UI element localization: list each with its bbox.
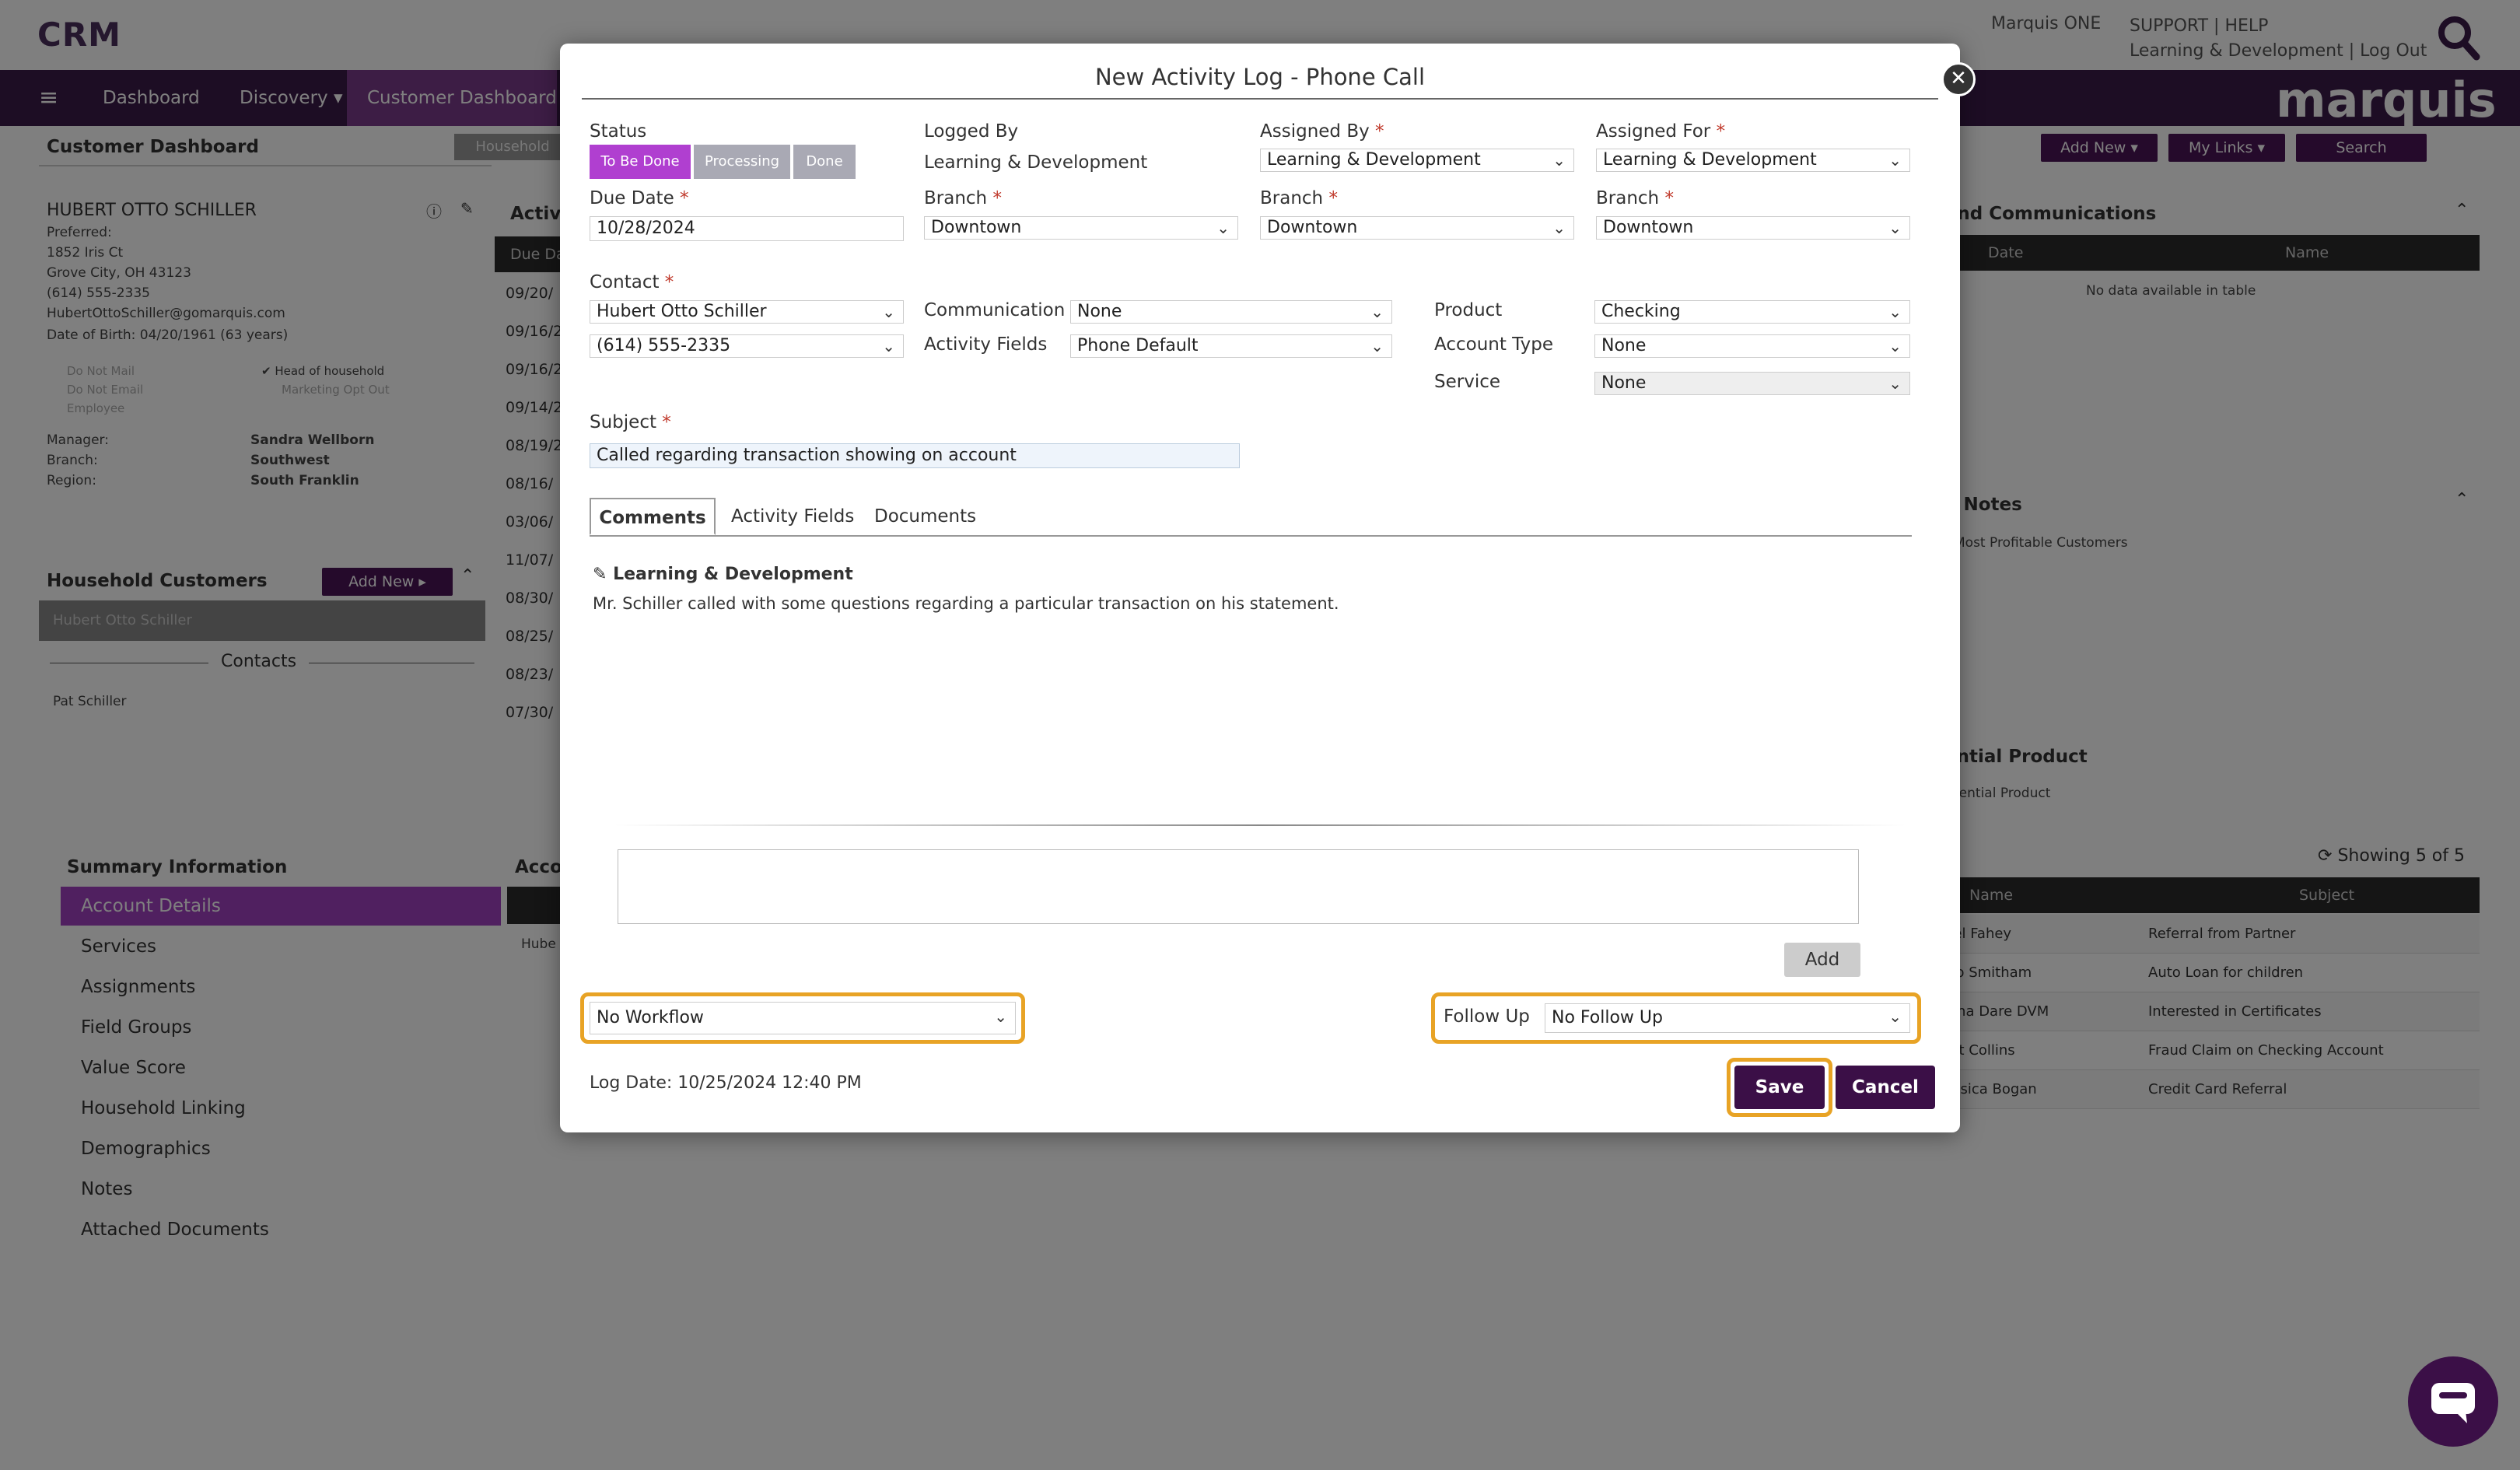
product-label: Product (1434, 300, 1503, 320)
status-to-be-done[interactable]: To Be Done (590, 145, 691, 179)
close-icon[interactable]: ✕ (1941, 62, 1976, 96)
chevron-down-icon: ⌄ (1888, 337, 1902, 355)
branch-text: Branch (1260, 188, 1324, 208)
due-date-input[interactable]: 10/28/2024 (590, 216, 904, 241)
activity-fields-value: Phone Default (1077, 336, 1199, 355)
assigned-for-select[interactable]: Learning & Development ⌄ (1596, 149, 1910, 172)
account-type-label: Account Type (1434, 334, 1554, 355)
chevron-down-icon: ⌄ (1888, 219, 1902, 237)
branch-label-1: Branch * (924, 188, 1002, 208)
communication-value: None (1077, 302, 1122, 321)
follow-up-label: Follow Up (1444, 1006, 1530, 1027)
assigned-for-text: Assigned For (1596, 121, 1711, 142)
subject-label: Subject * (590, 412, 671, 432)
product-select[interactable]: Checking ⌄ (1594, 300, 1910, 324)
chevron-down-icon: ⌄ (1370, 303, 1384, 321)
branch-value: Downtown (1267, 218, 1358, 237)
contact-label: Contact * (590, 272, 674, 292)
contact-phone-select[interactable]: (614) 555-2335 ⌄ (590, 334, 904, 358)
due-date-text: Due Date (590, 188, 674, 208)
chevron-down-icon: ⌄ (994, 1007, 1007, 1026)
contact-text: Contact (590, 272, 660, 292)
chat-bubble-icon (2431, 1383, 2475, 1423)
chevron-down-icon: ⌄ (882, 337, 895, 355)
activity-fields-label: Activity Fields (924, 334, 1048, 355)
chevron-down-icon: ⌄ (1552, 219, 1566, 237)
follow-up-value: No Follow Up (1552, 1008, 1663, 1027)
chevron-down-icon: ⌄ (1552, 151, 1566, 170)
edit-note-icon[interactable]: ✎ (593, 565, 607, 584)
status-processing[interactable]: Processing (694, 145, 790, 179)
subject-text: Subject (590, 412, 656, 432)
add-comment-button[interactable]: Add (1784, 943, 1860, 977)
service-select[interactable]: None ⌄ (1594, 372, 1910, 395)
branch-label-3: Branch * (1596, 188, 1674, 208)
account-type-value: None (1601, 336, 1647, 355)
chat-button[interactable] (2408, 1356, 2498, 1447)
chevron-down-icon: ⌄ (1216, 219, 1230, 237)
comment-text: Mr. Schiller called with some questions … (593, 594, 1339, 613)
branch-text: Branch (1596, 188, 1660, 208)
divider (582, 98, 1938, 100)
tab-underline (590, 535, 1912, 537)
assigned-by-select[interactable]: Learning & Development ⌄ (1260, 149, 1574, 172)
chevron-down-icon: ⌄ (1888, 151, 1902, 170)
activity-log-modal: New Activity Log - Phone Call Status To … (560, 44, 1960, 1132)
due-date-label: Due Date * (590, 188, 689, 208)
logged-by-value: Learning & Development (924, 152, 1148, 173)
communication-label: Communication (924, 300, 1066, 320)
branch-select-1[interactable]: Downtown ⌄ (924, 216, 1238, 240)
account-type-select[interactable]: None ⌄ (1594, 334, 1910, 358)
follow-up-select[interactable]: No Follow Up ⌄ (1545, 1003, 1910, 1033)
chevron-down-icon: ⌄ (1370, 337, 1384, 355)
assigned-by-text: Assigned By (1260, 121, 1370, 142)
divider (614, 824, 1906, 826)
workflow-value: No Workflow (597, 1008, 704, 1027)
contact-phone-value: (614) 555-2335 (597, 336, 731, 355)
chevron-down-icon: ⌄ (882, 303, 895, 321)
comment-textarea[interactable] (618, 849, 1859, 924)
branch-value: Downtown (931, 218, 1022, 237)
status-done[interactable]: Done (793, 145, 856, 179)
comment-author: Learning & Development (613, 565, 853, 584)
tab-comments[interactable]: Comments (590, 498, 716, 535)
assigned-by-label: Assigned By * (1260, 121, 1384, 142)
save-button[interactable]: Save (1734, 1066, 1825, 1109)
communication-select[interactable]: None ⌄ (1070, 300, 1392, 324)
comment-header: ✎ Learning & Development (593, 565, 853, 584)
branch-value: Downtown (1603, 218, 1694, 237)
logged-by-label: Logged By (924, 121, 1019, 142)
branch-text: Branch (924, 188, 988, 208)
branch-label-2: Branch * (1260, 188, 1338, 208)
subject-input[interactable]: Called regarding transaction showing on … (590, 443, 1240, 468)
assigned-by-value: Learning & Development (1267, 150, 1481, 170)
assigned-for-value: Learning & Development (1603, 150, 1817, 170)
assigned-for-label: Assigned For * (1596, 121, 1726, 142)
chevron-down-icon: ⌄ (1888, 1007, 1902, 1026)
service-value: None (1601, 373, 1647, 393)
service-label: Service (1434, 372, 1501, 392)
workflow-select[interactable]: No Workflow ⌄ (590, 1002, 1016, 1034)
chevron-down-icon: ⌄ (1888, 303, 1902, 321)
branch-select-3[interactable]: Downtown ⌄ (1596, 216, 1910, 240)
contact-select[interactable]: Hubert Otto Schiller ⌄ (590, 300, 904, 324)
contact-value: Hubert Otto Schiller (597, 302, 767, 321)
tab-activity-fields[interactable]: Activity Fields (731, 498, 854, 535)
branch-select-2[interactable]: Downtown ⌄ (1260, 216, 1574, 240)
tab-documents[interactable]: Documents (874, 498, 976, 535)
chevron-down-icon: ⌄ (1888, 374, 1902, 393)
cancel-button[interactable]: Cancel (1836, 1066, 1935, 1109)
activity-fields-select[interactable]: Phone Default ⌄ (1070, 334, 1392, 358)
log-date: Log Date: 10/25/2024 12:40 PM (590, 1073, 862, 1093)
status-label: Status (590, 121, 647, 142)
product-value: Checking (1601, 302, 1681, 321)
modal-title: New Activity Log - Phone Call (1094, 64, 1426, 90)
